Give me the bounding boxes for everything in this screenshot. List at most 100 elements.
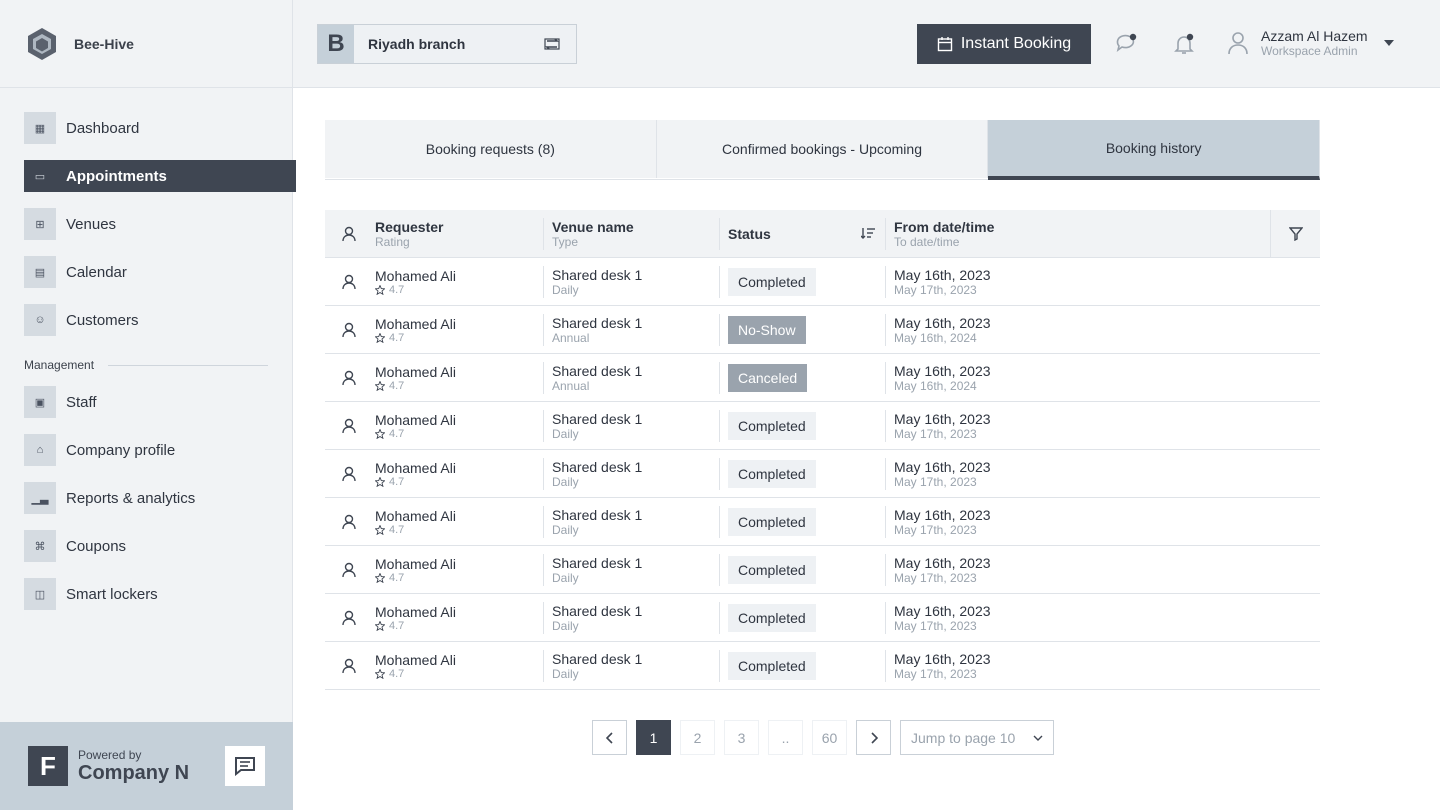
star-icon bbox=[375, 524, 385, 535]
table-row[interactable]: Mohamed Ali 4.7 Shared desk 1 Daily Comp… bbox=[325, 546, 1320, 594]
company-name: Company N bbox=[78, 761, 190, 784]
page-button[interactable]: 3 bbox=[724, 720, 759, 755]
top-header: B Riyadh branch Instant Booking Azzam Al… bbox=[293, 0, 1440, 88]
status-badge: No-Show bbox=[728, 315, 806, 344]
sidebar-item-label: Venues bbox=[66, 215, 117, 233]
appointments-icon: ▭ bbox=[24, 160, 56, 192]
jump-to-page-select[interactable]: Jump to page 10 bbox=[900, 720, 1054, 755]
page-button[interactable]: 2 bbox=[680, 720, 715, 755]
branch-switcher[interactable]: B Riyadh branch bbox=[317, 24, 577, 64]
from-date: May 16th, 2023 bbox=[894, 602, 991, 619]
chevron-right-icon bbox=[870, 731, 878, 744]
venue-name: Shared desk 1 bbox=[552, 410, 643, 427]
star-icon bbox=[375, 620, 385, 631]
page-button[interactable]: 1 bbox=[636, 720, 671, 755]
requester-rating: 4.7 bbox=[389, 475, 405, 488]
requester-name: Mohamed Ali bbox=[375, 315, 456, 332]
requester-rating: 4.7 bbox=[389, 523, 405, 536]
venue-type: Daily bbox=[552, 474, 579, 489]
requester-name: Mohamed Ali bbox=[375, 651, 456, 668]
tab-confirmed-bookings[interactable]: Confirmed bookings - Upcoming bbox=[656, 120, 989, 178]
sidebar-item-customers[interactable]: ☺ Customers bbox=[24, 304, 296, 336]
chat-icon bbox=[235, 757, 255, 776]
avatar-icon bbox=[1228, 32, 1248, 55]
tab-booking-history[interactable]: Booking history bbox=[988, 120, 1321, 180]
sidebar-item-appointments[interactable]: ▭ Appointments bbox=[24, 160, 296, 192]
user-icon bbox=[342, 418, 356, 433]
to-date: May 17th, 2023 bbox=[894, 522, 977, 537]
sidebar-item-label: Coupons bbox=[66, 537, 127, 555]
table-row[interactable]: Mohamed Ali 4.7 Shared desk 1 Daily Comp… bbox=[325, 402, 1320, 450]
star-icon bbox=[375, 284, 385, 295]
sidebar-nav: ▦ Dashboard ▭ Appointments ⊞ Venues ▤ Ca… bbox=[0, 88, 296, 610]
requester-rating: 4.7 bbox=[389, 379, 405, 392]
sidebar-item-company-profile[interactable]: ⌂ Company profile bbox=[24, 434, 296, 466]
prev-page-button[interactable] bbox=[592, 720, 627, 755]
venue-type: Daily bbox=[552, 570, 579, 585]
sidebar-item-label: Customers bbox=[66, 311, 139, 329]
table-row[interactable]: Mohamed Ali 4.7 Shared desk 1 Daily Comp… bbox=[325, 258, 1320, 306]
sidebar-item-coupons[interactable]: ⌘ Coupons bbox=[24, 530, 296, 562]
to-date: May 17th, 2023 bbox=[894, 426, 977, 441]
requester-name: Mohamed Ali bbox=[375, 267, 456, 284]
notifications-icon[interactable] bbox=[1172, 32, 1196, 56]
instant-booking-button[interactable]: Instant Booking bbox=[917, 24, 1091, 64]
sidebar-item-reports[interactable]: ▁▃ Reports & analytics bbox=[24, 482, 296, 514]
header-to: To date/time bbox=[894, 234, 960, 249]
sort-icon[interactable] bbox=[861, 227, 875, 239]
venue-type: Annual bbox=[552, 378, 590, 393]
table-row[interactable]: Mohamed Ali 4.7 Shared desk 1 Daily Comp… bbox=[325, 594, 1320, 642]
sidebar-item-label: Calendar bbox=[66, 263, 127, 281]
header-requester[interactable]: Requester bbox=[375, 219, 543, 235]
tab-booking-requests[interactable]: Booking requests (8) bbox=[325, 120, 657, 178]
requester-rating: 4.7 bbox=[389, 619, 405, 632]
venue-name: Shared desk 1 bbox=[552, 506, 643, 523]
filter-icon bbox=[1288, 227, 1303, 241]
status-badge: Completed bbox=[728, 603, 816, 632]
user-role: Workspace Admin bbox=[1261, 44, 1358, 58]
requester-name: Mohamed Ali bbox=[375, 507, 456, 524]
user-icon bbox=[342, 370, 356, 385]
powered-by-panel: F Powered by Company N bbox=[0, 722, 293, 810]
table-row[interactable]: Mohamed Ali 4.7 Shared desk 1 Annual No-… bbox=[325, 306, 1320, 354]
sidebar-item-venues[interactable]: ⊞ Venues bbox=[24, 208, 296, 240]
from-date: May 16th, 2023 bbox=[894, 266, 991, 283]
header-status[interactable]: Status bbox=[728, 226, 771, 242]
page-button[interactable]: 60 bbox=[812, 720, 847, 755]
table-row[interactable]: Mohamed Ali 4.7 Shared desk 1 Daily Comp… bbox=[325, 498, 1320, 546]
star-icon bbox=[375, 380, 385, 391]
header-venue[interactable]: Venue name bbox=[552, 219, 719, 235]
to-date: May 17th, 2023 bbox=[894, 618, 977, 633]
management-section-header: Management bbox=[24, 358, 268, 372]
status-badge: Canceled bbox=[728, 363, 808, 392]
next-page-button[interactable] bbox=[856, 720, 891, 755]
star-icon bbox=[375, 428, 385, 439]
header-rating: Rating bbox=[375, 234, 410, 249]
filter-button[interactable] bbox=[1270, 210, 1320, 258]
sidebar-item-smart-lockers[interactable]: ◫ Smart lockers bbox=[24, 578, 296, 610]
sidebar-item-label: Appointments bbox=[66, 167, 167, 185]
branch-name: Riyadh branch bbox=[368, 36, 466, 52]
section-label: Management bbox=[24, 358, 95, 372]
requester-name: Mohamed Ali bbox=[375, 603, 456, 620]
sidebar-item-calendar[interactable]: ▤ Calendar bbox=[24, 256, 296, 288]
table-row[interactable]: Mohamed Ali 4.7 Shared desk 1 Daily Comp… bbox=[325, 642, 1320, 690]
from-date: May 16th, 2023 bbox=[894, 650, 991, 667]
table-row[interactable]: Mohamed Ali 4.7 Shared desk 1 Annual Can… bbox=[325, 354, 1320, 402]
messages-icon[interactable] bbox=[1115, 32, 1139, 56]
chat-button[interactable] bbox=[225, 746, 265, 786]
user-menu[interactable]: Azzam Al Hazem Workspace Admin bbox=[1227, 28, 1394, 58]
from-date: May 16th, 2023 bbox=[894, 314, 991, 331]
sidebar-item-dashboard[interactable]: ▦ Dashboard bbox=[24, 112, 296, 144]
sidebar-item-label: Smart lockers bbox=[66, 585, 158, 603]
header-from[interactable]: From date/time bbox=[894, 219, 1320, 235]
switch-branch-icon[interactable] bbox=[544, 37, 560, 51]
to-date: May 17th, 2023 bbox=[894, 666, 977, 681]
user-icon bbox=[342, 466, 356, 481]
table-row[interactable]: Mohamed Ali 4.7 Shared desk 1 Daily Comp… bbox=[325, 450, 1320, 498]
branch-badge: B bbox=[318, 25, 354, 63]
to-date: May 16th, 2024 bbox=[894, 330, 977, 345]
star-icon bbox=[375, 668, 385, 679]
sidebar-item-staff[interactable]: ▣ Staff bbox=[24, 386, 296, 418]
venue-type: Daily bbox=[552, 522, 579, 537]
